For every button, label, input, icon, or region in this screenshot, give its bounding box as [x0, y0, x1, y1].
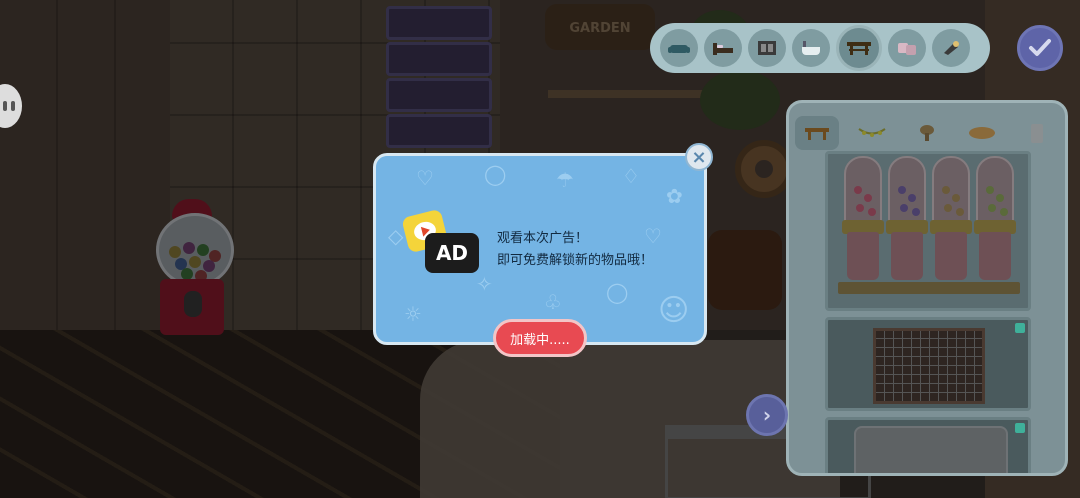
bed-icon	[713, 43, 733, 55]
category-toolbar	[650, 23, 990, 73]
category-bathtub-button[interactable]	[792, 29, 830, 67]
catalog-item-gumball-dispensers[interactable]	[825, 151, 1031, 311]
decor-pattern: ☂	[556, 168, 574, 192]
category-sofa-button[interactable]	[660, 29, 698, 67]
decor-pattern: ♢	[622, 164, 640, 188]
category-decor-button[interactable]	[888, 29, 926, 67]
cabinet-icon	[758, 41, 776, 55]
decor-pattern: ♧	[544, 290, 562, 314]
pause-icon	[3, 101, 15, 111]
decor-pattern: ☼	[404, 302, 422, 326]
bread-icon	[969, 127, 995, 139]
close-dialog-button[interactable]: ×	[685, 143, 713, 171]
decor-pattern: ◯	[606, 280, 629, 304]
decor-pattern: ◇	[388, 224, 404, 248]
tab-mushroom-lamp[interactable]	[905, 116, 949, 150]
bathtub-icon	[802, 41, 820, 55]
dispenser	[974, 156, 1016, 282]
sofa-icon	[668, 45, 690, 53]
tab-jar[interactable]	[1015, 116, 1059, 150]
dispenser	[930, 156, 972, 282]
item-badge	[1015, 323, 1025, 333]
confirm-button[interactable]	[1017, 25, 1063, 71]
category-bed-button[interactable]	[704, 29, 742, 67]
grid-frame-preview	[873, 328, 985, 404]
table-icon	[847, 42, 871, 55]
ad-message-line2: 即可免费解锁新的物品哦！	[497, 253, 654, 268]
tab-garland[interactable]	[850, 116, 894, 150]
item-badge	[1015, 423, 1025, 433]
category-lamp-button[interactable]	[932, 29, 970, 67]
decor-pattern: ♡	[416, 166, 434, 190]
chevron-right-icon: ›	[762, 403, 772, 427]
ad-message-line1: 观看本次广告！	[497, 231, 589, 246]
tab-bread[interactable]	[960, 116, 1004, 150]
loading-button[interactable]: 加载中.....	[493, 319, 587, 357]
ad-message: 观看本次广告！ 即可免费解锁新的物品哦！	[497, 228, 687, 272]
next-page-button[interactable]: ›	[746, 394, 788, 436]
decor-pattern: ◯	[484, 162, 507, 186]
checkmark-icon	[1029, 39, 1051, 56]
jar-icon	[1031, 124, 1043, 143]
decor-pattern: ✿	[666, 184, 683, 208]
dispenser	[842, 156, 884, 282]
category-table-button[interactable]	[836, 25, 882, 71]
category-cabinet-button[interactable]	[748, 29, 786, 67]
catalog-item-rug[interactable]	[825, 417, 1031, 473]
catalog-tabs	[795, 113, 1059, 153]
close-icon: ×	[691, 146, 707, 168]
rug-preview	[854, 426, 1008, 473]
dispenser	[886, 156, 928, 282]
decor-icon	[898, 43, 916, 55]
mushroom-lamp-icon	[920, 125, 934, 141]
cat-pattern: ☺	[658, 293, 690, 328]
ad-badge: AD	[425, 233, 479, 273]
dispenser-stand	[838, 282, 1020, 294]
catalog-item-grid-frame[interactable]	[825, 317, 1031, 411]
item-catalog-panel	[786, 100, 1068, 476]
lamp-icon	[944, 41, 959, 55]
bench-icon	[805, 128, 829, 140]
ad-video-icon: AD	[401, 203, 485, 283]
garland-icon	[858, 128, 886, 137]
tab-bench[interactable]	[795, 116, 839, 150]
